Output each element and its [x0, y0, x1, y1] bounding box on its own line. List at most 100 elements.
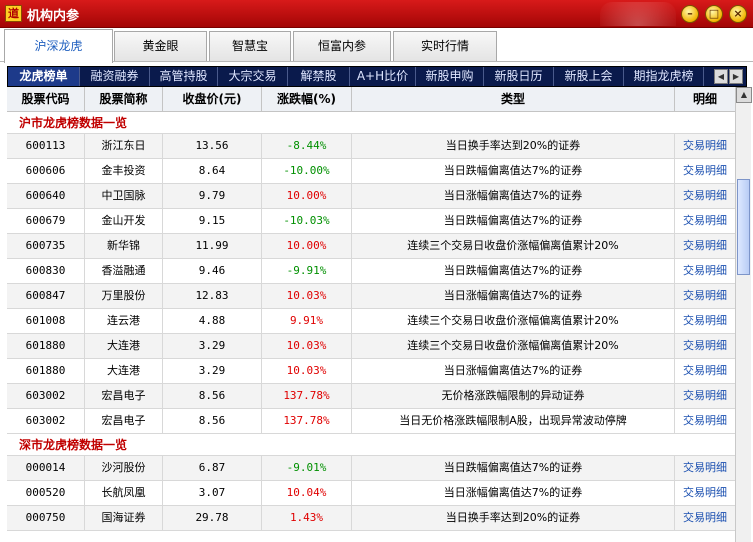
table-row[interactable]: 600640 中卫国脉 9.79 10.00% 当日涨幅偏离值达7%的证券 交易明细	[7, 184, 735, 209]
change-percent: -9.01%	[262, 456, 352, 480]
detail-link[interactable]: 交易明细	[675, 184, 735, 208]
detail-link[interactable]: 交易明细	[675, 209, 735, 233]
column-header-change[interactable]: 涨跌幅(%)	[262, 87, 352, 112]
column-header-name[interactable]: 股票简称	[85, 87, 163, 112]
column-header-type[interactable]: 类型	[352, 87, 675, 112]
list-type: 当日跌幅偏离值达7%的证券	[352, 456, 675, 480]
subtab-scroll-left-icon[interactable]: ◀	[714, 69, 728, 84]
subtab-executive-holdings[interactable]: 高管持股	[150, 67, 218, 86]
list-type: 当日跌幅偏离值达7%的证券	[352, 209, 675, 233]
stock-code: 600847	[7, 284, 85, 308]
minimize-button[interactable]: –	[681, 5, 699, 23]
table-row[interactable]: 600847 万里股份 12.83 10.03% 当日涨幅偏离值达7%的证券 交易明细	[7, 284, 735, 309]
detail-link[interactable]: 交易明细	[675, 456, 735, 480]
table-row[interactable]: 600735 新华锦 11.99 10.00% 连续三个交易日收盘价涨幅偏离值累计20%…	[7, 234, 735, 259]
stock-code: 600640	[7, 184, 85, 208]
stock-name: 香溢融通	[85, 259, 163, 283]
subtab-ipo-review[interactable]: 新股上会	[554, 67, 624, 86]
stock-name: 金丰投资	[85, 159, 163, 183]
list-type: 当日换手率达到20%的证券	[352, 134, 675, 158]
list-type: 当日跌幅偏离值达7%的证券	[352, 259, 675, 283]
subtab-longhu-list[interactable]: 龙虎榜单	[8, 67, 80, 86]
table-row[interactable]: 000014 沙河股份 6.87 -9.01% 当日跌幅偏离值达7%的证券 交易明细	[7, 456, 735, 481]
maximize-button[interactable]: □	[705, 5, 723, 23]
stock-code: 000750	[7, 506, 85, 530]
stock-code: 603002	[7, 384, 85, 408]
detail-link[interactable]: 交易明细	[675, 309, 735, 333]
main-tab-strip: 沪深龙虎 黄金眼 智慧宝 恒富内参 实时行情	[0, 28, 753, 63]
stock-code: 600735	[7, 234, 85, 258]
subtab-futures-longhu[interactable]: 期指龙虎榜	[624, 67, 704, 86]
close-price: 13.56	[163, 134, 262, 158]
detail-link[interactable]: 交易明细	[675, 481, 735, 505]
tab-huangjinyan[interactable]: 黄金眼	[114, 31, 207, 61]
table-row[interactable]: 601880 大连港 3.29 10.03% 当日涨幅偏离值达7%的证券 交易明细	[7, 359, 735, 384]
stock-name: 大连港	[85, 334, 163, 358]
tab-realtime-quotes[interactable]: 实时行情	[393, 31, 497, 61]
close-price: 9.46	[163, 259, 262, 283]
stock-name: 国海证券	[85, 506, 163, 530]
sub-tab-bar: 龙虎榜单 融资融券 高管持股 大宗交易 解禁股 A+H比价 新股申购 新股日历 …	[7, 66, 747, 87]
change-percent: 10.00%	[262, 184, 352, 208]
close-price: 3.29	[163, 334, 262, 358]
stock-name: 金山开发	[85, 209, 163, 233]
close-price: 9.15	[163, 209, 262, 233]
column-header-code[interactable]: 股票代码	[7, 87, 85, 112]
scroll-up-icon[interactable]: ▲	[736, 87, 752, 103]
detail-link[interactable]: 交易明细	[675, 384, 735, 408]
table-header: 股票代码 股票简称 收盘价(元) 涨跌幅(%) 类型 明细	[7, 87, 735, 112]
table-row[interactable]: 601008 连云港 4.88 9.91% 连续三个交易日收盘价涨幅偏离值累计20% 交易…	[7, 309, 735, 334]
subtab-margin-trading[interactable]: 融资融券	[80, 67, 150, 86]
vertical-scrollbar[interactable]: ▲	[735, 87, 752, 542]
close-price: 8.56	[163, 384, 262, 408]
detail-link[interactable]: 交易明细	[675, 159, 735, 183]
detail-link[interactable]: 交易明细	[675, 359, 735, 383]
change-percent: 137.78%	[262, 409, 352, 433]
tab-hengfu-neican[interactable]: 恒富内参	[293, 31, 391, 61]
subtab-ipo-subscription[interactable]: 新股申购	[416, 67, 484, 86]
subtab-ipo-calendar[interactable]: 新股日历	[484, 67, 554, 86]
change-percent: 9.91%	[262, 309, 352, 333]
close-button[interactable]: ×	[729, 5, 747, 23]
table-row[interactable]: 600113 浙江东日 13.56 -8.44% 当日换手率达到20%的证券 交易明细	[7, 134, 735, 159]
close-price: 3.29	[163, 359, 262, 383]
subtab-block-trades[interactable]: 大宗交易	[218, 67, 288, 86]
list-type: 连续三个交易日收盘价涨幅偏离值累计20%	[352, 309, 675, 333]
column-header-price[interactable]: 收盘价(元)	[163, 87, 262, 112]
tab-hushen-longhu[interactable]: 沪深龙虎	[4, 29, 113, 63]
table-row[interactable]: 600830 香溢融通 9.46 -9.91% 当日跌幅偏离值达7%的证券 交易明细	[7, 259, 735, 284]
close-price: 8.56	[163, 409, 262, 433]
subtab-scroll-right-icon[interactable]: ▶	[729, 69, 743, 84]
close-price: 6.87	[163, 456, 262, 480]
list-type: 连续三个交易日收盘价涨幅偏离值累计20%	[352, 234, 675, 258]
stock-name: 浙江东日	[85, 134, 163, 158]
column-header-detail[interactable]: 明细	[675, 87, 735, 112]
detail-link[interactable]: 交易明细	[675, 506, 735, 530]
list-type: 当日跌幅偏离值达7%的证券	[352, 159, 675, 183]
section-title: 沪市龙虎榜数据一览	[7, 112, 735, 134]
tab-zhihuibao[interactable]: 智慧宝	[209, 31, 291, 61]
table-row[interactable]: 603002 宏昌电子 8.56 137.78% 无价格涨跌幅限制的异动证券 交易明细	[7, 384, 735, 409]
detail-link[interactable]: 交易明细	[675, 259, 735, 283]
titlebar-ornament	[600, 2, 676, 26]
table-row[interactable]: 000750 国海证券 29.78 1.43% 当日换手率达到20%的证券 交易明细	[7, 506, 735, 531]
list-type: 当日换手率达到20%的证券	[352, 506, 675, 530]
detail-link[interactable]: 交易明细	[675, 284, 735, 308]
table-row[interactable]: 600679 金山开发 9.15 -10.03% 当日跌幅偏离值达7%的证券 交易明细	[7, 209, 735, 234]
detail-link[interactable]: 交易明细	[675, 409, 735, 433]
detail-link[interactable]: 交易明细	[675, 134, 735, 158]
detail-link[interactable]: 交易明细	[675, 234, 735, 258]
table-row[interactable]: 603002 宏昌电子 8.56 137.78% 当日无价格涨跌幅限制A股，出现异常波动…	[7, 409, 735, 434]
scrollbar-thumb[interactable]	[737, 179, 750, 275]
detail-link[interactable]: 交易明细	[675, 334, 735, 358]
table-row[interactable]: 601880 大连港 3.29 10.03% 连续三个交易日收盘价涨幅偏离值累计20% 交…	[7, 334, 735, 359]
stock-name: 宏昌电子	[85, 409, 163, 433]
subtab-unlocked-shares[interactable]: 解禁股	[288, 67, 350, 86]
subtab-ah-price-ratio[interactable]: A+H比价	[350, 67, 416, 86]
stock-name: 沙河股份	[85, 456, 163, 480]
close-price: 8.64	[163, 159, 262, 183]
stock-code: 600679	[7, 209, 85, 233]
change-percent: 10.00%	[262, 234, 352, 258]
table-row[interactable]: 000520 长航凤凰 3.07 10.04% 当日涨幅偏离值达7%的证券 交易明细	[7, 481, 735, 506]
table-row[interactable]: 600606 金丰投资 8.64 -10.00% 当日跌幅偏离值达7%的证券 交易明细	[7, 159, 735, 184]
